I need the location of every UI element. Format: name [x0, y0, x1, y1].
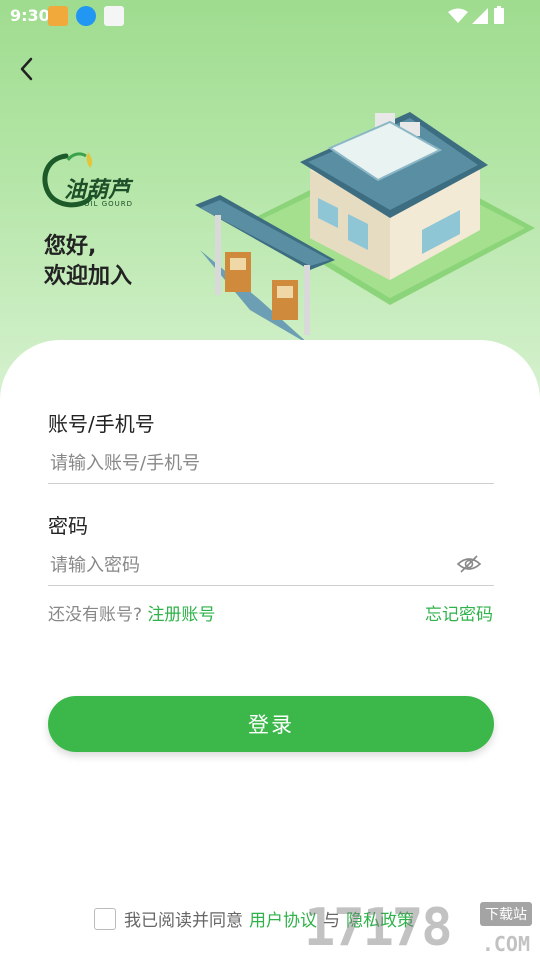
watermark-badge: 下载站: [480, 902, 532, 926]
watermark-domain: .COM: [481, 932, 530, 956]
download-icon: [76, 6, 96, 26]
login-button[interactable]: 登录: [48, 696, 494, 752]
password-input[interactable]: [48, 546, 494, 586]
agreement-checkbox[interactable]: [94, 907, 116, 930]
status-time: 9:30: [10, 6, 50, 25]
account-input[interactable]: [48, 444, 494, 484]
app-notification-icon: [48, 6, 68, 26]
register-link[interactable]: 注册账号: [147, 605, 215, 625]
notification-icon: [104, 6, 124, 26]
password-visibility-toggle-icon[interactable]: [456, 551, 482, 577]
register-prompt: 还没有账号? 注册账号: [48, 600, 215, 625]
forgot-password-link[interactable]: 忘记密码: [425, 600, 493, 625]
agreement-prefix: 我已阅读并同意: [124, 911, 243, 931]
no-account-text: 还没有账号?: [48, 605, 143, 625]
battery-icon: [494, 6, 504, 24]
signal-icon: [472, 8, 488, 24]
account-label: 账号/手机号: [48, 412, 155, 436]
status-bar: 9:30: [0, 0, 540, 32]
site-watermark: 17178 下载站 .COM: [304, 898, 534, 960]
back-arrow-icon[interactable]: [12, 54, 42, 84]
greeting: 您好, 欢迎加入: [44, 232, 132, 292]
gas-station-illustration: [195, 112, 535, 345]
logo-subtitle: OIL GOURD: [84, 200, 134, 208]
password-label: 密码: [48, 514, 88, 538]
app-logo: 油葫芦 OIL GOURD: [38, 146, 138, 212]
greeting-line-2: 欢迎加入: [44, 264, 133, 289]
wifi-icon: [448, 8, 468, 23]
greeting-line-1: 您好,: [44, 234, 97, 259]
watermark-number: 17178: [304, 898, 453, 958]
